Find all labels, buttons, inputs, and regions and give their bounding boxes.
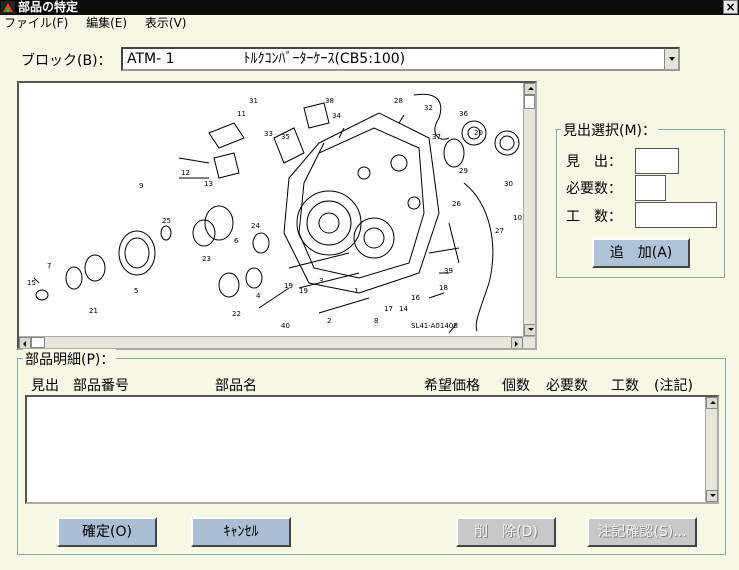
callout-30: 30	[504, 180, 513, 188]
midashi-input[interactable]	[635, 148, 679, 174]
column-price: 希望価格	[424, 378, 480, 394]
menu-edit[interactable]: 編集(E)	[86, 15, 127, 32]
callout-19b: 19	[299, 287, 308, 295]
callout-36: 36	[459, 110, 468, 118]
parts-list-title: 部品明細(P)：	[23, 349, 117, 369]
callout-2: 2	[327, 317, 331, 325]
block-name: ﾄﾙｸｺﾝﾊﾞｰﾀｰｹｰｽ(CB5:100)	[243, 51, 406, 67]
parts-diagram[interactable]: 1 2 3 4 5 6 7 8 9 10 11 12 13 14 15 16 1…	[17, 81, 537, 350]
callout-16: 16	[411, 294, 420, 302]
menu-view[interactable]: 表示(V)	[145, 15, 187, 32]
callout-11: 11	[237, 110, 246, 118]
close-button[interactable]: ×	[723, 0, 738, 14]
callout-15: 15	[27, 279, 36, 287]
parts-listbox[interactable]	[25, 395, 719, 504]
block-select[interactable]: ATM- 1 ﾄﾙｸｺﾝﾊﾞｰﾀｰｹｰｽ(CB5:100)	[121, 47, 680, 71]
menu-file[interactable]: ファイル(F)	[4, 15, 68, 32]
listbox-scrollbar[interactable]	[705, 397, 718, 502]
callout-27: 27	[495, 227, 504, 235]
column-part-number: 部品番号	[73, 378, 129, 394]
callout-23: 23	[202, 255, 211, 263]
callout-10: 10	[513, 214, 522, 222]
cancel-button[interactable]: ｷｬﾝｾﾙ	[191, 517, 291, 547]
column-quantity: 個数	[502, 378, 530, 394]
callout-38: 38	[325, 97, 334, 105]
callout-18: 18	[439, 284, 448, 292]
callout-32: 32	[424, 104, 433, 112]
callout-13: 13	[204, 180, 213, 188]
column-note: (注記)	[654, 378, 693, 394]
callout-31: 31	[249, 97, 258, 105]
callout-3: 3	[319, 277, 323, 285]
scroll-down-icon[interactable]	[706, 490, 718, 502]
callout-19a: 19	[284, 282, 293, 290]
diagram-vertical-scrollbar[interactable]	[523, 83, 535, 348]
window-title: 部品の特定	[18, 0, 79, 14]
scroll-down-icon[interactable]	[524, 324, 535, 336]
chevron-down-icon[interactable]	[664, 49, 678, 69]
block-code: ATM- 1	[127, 51, 175, 67]
callout-33: 33	[264, 130, 273, 138]
note-confirm-button[interactable]: 注記確認(S)...	[587, 517, 697, 547]
callout-5: 5	[134, 287, 138, 295]
callout-24: 24	[251, 222, 260, 230]
midashi-label: 見 出：	[566, 154, 622, 170]
title-bar: 部品の特定 ×	[0, 0, 739, 15]
callout-40: 40	[281, 322, 290, 330]
callout-25: 25	[162, 217, 171, 225]
menu-bar: ファイル(F) 編集(E) 表示(V)	[0, 15, 739, 32]
callout-22: 22	[232, 310, 241, 318]
scroll-up-icon[interactable]	[706, 397, 718, 409]
scroll-thumb[interactable]	[31, 337, 45, 348]
diagram-code: SL41-A0140B	[411, 322, 458, 330]
confirm-button[interactable]: 確定(O)	[57, 517, 157, 547]
kousuu-label: 工 数：	[566, 209, 622, 225]
callout-35: 35	[281, 133, 290, 141]
callout-6: 6	[234, 237, 239, 245]
callout-28: 28	[394, 97, 403, 105]
callout-37: 37	[432, 133, 441, 141]
callout-26: 26	[452, 200, 461, 208]
callout-1: 1	[354, 287, 358, 295]
block-label: ブロック(B)：	[21, 53, 112, 69]
column-labor: 工数	[611, 378, 639, 394]
kousuu-input[interactable]	[635, 202, 717, 228]
exploded-view-illustration: 1 2 3 4 5 6 7 8 9 10 11 12 13 14 15 16 1…	[27, 93, 522, 334]
callout-9: 9	[139, 182, 143, 190]
callout-12: 12	[181, 169, 190, 177]
column-part-name: 部品名	[215, 378, 257, 394]
callout-4: 4	[256, 292, 261, 300]
callout-14: 14	[399, 305, 408, 313]
scroll-right-icon[interactable]	[511, 337, 523, 348]
select-group-title: 見出選択(M)：	[561, 120, 659, 140]
column-required: 必要数	[546, 378, 588, 394]
column-midashi: 見出	[31, 378, 59, 394]
scroll-up-icon[interactable]	[524, 83, 535, 95]
callout-29: 29	[459, 167, 468, 175]
callout-34: 34	[332, 112, 341, 120]
callout-8: 8	[374, 317, 378, 325]
callout-39: 39	[444, 267, 453, 275]
app-icon	[1, 1, 15, 14]
callout-20: 20	[474, 129, 483, 137]
callout-17: 17	[384, 305, 393, 313]
callout-21: 21	[89, 307, 98, 315]
add-button[interactable]: 追 加(A)	[592, 238, 690, 268]
hitsuyousu-input[interactable]	[635, 175, 666, 201]
hitsuyousu-label: 必要数：	[566, 181, 622, 197]
scroll-thumb[interactable]	[524, 95, 535, 109]
delete-button[interactable]: 削 除(D)	[456, 517, 556, 547]
scroll-left-icon[interactable]	[19, 337, 31, 348]
diagram-horizontal-scrollbar[interactable]	[19, 336, 535, 348]
callout-7: 7	[47, 262, 51, 270]
